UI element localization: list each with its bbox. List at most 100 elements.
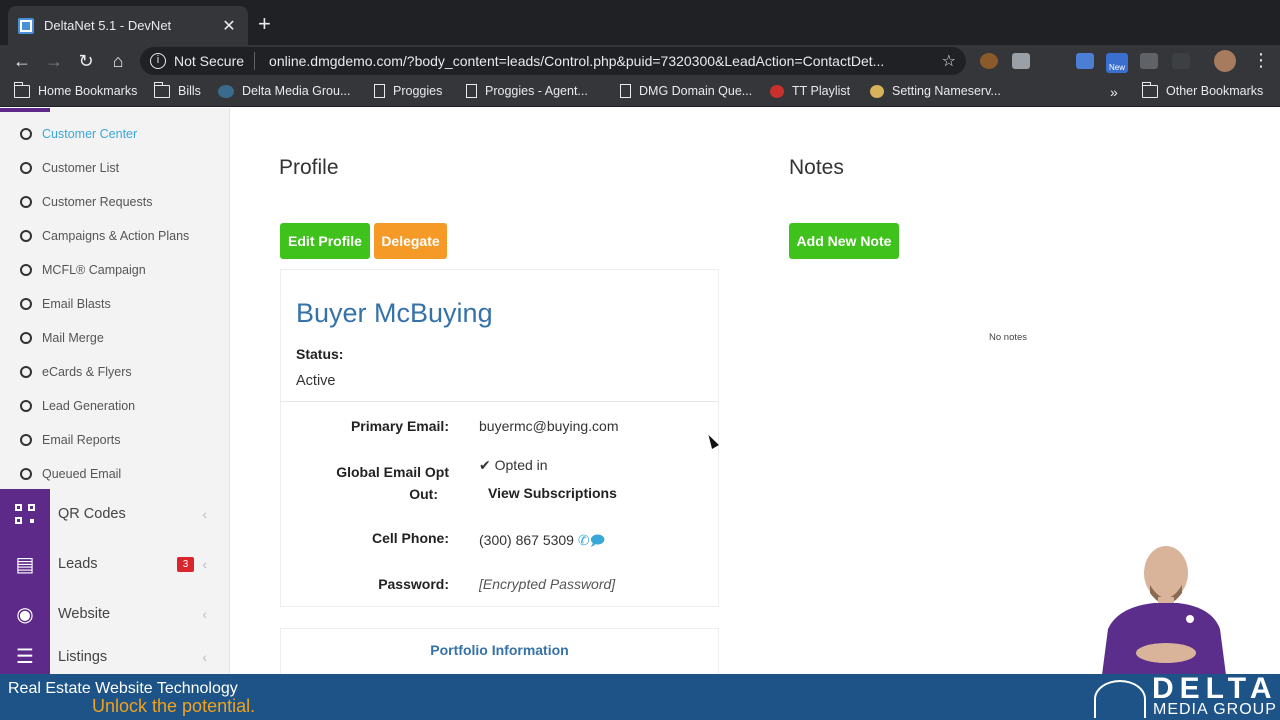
- bookmark-proggies-agent[interactable]: Proggies - Agent...: [466, 84, 588, 98]
- bookmark-label: DMG Domain Que...: [639, 84, 753, 98]
- tab-title: DeltaNet 5.1 - DevNet: [44, 18, 172, 33]
- browser-titlebar: DeltaNet 5.1 - DevNet ✕ +: [0, 0, 1280, 45]
- bookmark-other[interactable]: Other Bookmarks: [1141, 81, 1263, 98]
- extension-icon[interactable]: [1076, 53, 1094, 69]
- profile-heading: Profile: [279, 156, 339, 179]
- chevron-left-icon: ‹: [202, 556, 207, 572]
- notes-heading: Notes: [789, 156, 844, 179]
- circle-icon: [20, 434, 32, 446]
- sidebar-item-campaigns[interactable]: Campaigns & Action Plans: [0, 219, 229, 253]
- circle-icon: [20, 128, 32, 140]
- primary-email-value: buyermc@buying.com: [479, 418, 619, 434]
- sidebar-item-customer-list[interactable]: Customer List: [0, 151, 229, 185]
- forward-arrow-icon[interactable]: →: [38, 51, 70, 72]
- sidebar-item-label: Leads: [58, 556, 98, 572]
- view-subscriptions-link[interactable]: View Subscriptions: [488, 485, 617, 501]
- bookmark-dmg-domain[interactable]: DMG Domain Que...: [620, 84, 752, 98]
- circle-icon: [20, 196, 32, 208]
- bookmark-star-icon[interactable]: ☆: [942, 51, 956, 71]
- sidebar-item-label: Email Reports: [42, 433, 121, 447]
- browser-tab[interactable]: DeltaNet 5.1 - DevNet ✕: [8, 6, 248, 45]
- sidebar-item-label: Email Blasts: [42, 297, 111, 311]
- add-new-note-button[interactable]: Add New Note: [789, 223, 899, 259]
- extension-icon[interactable]: [1140, 53, 1158, 69]
- sidebar-item-mail-merge[interactable]: Mail Merge: [0, 321, 229, 355]
- delta-logo-icon: [1094, 680, 1146, 718]
- list-icon: ☰: [0, 639, 50, 674]
- circle-icon: [20, 400, 32, 412]
- banner-slogan: Unlock the potential.: [92, 696, 256, 716]
- sidebar-item-leads[interactable]: ▤ Leads 3 ‹: [0, 539, 229, 589]
- back-arrow-icon[interactable]: ←: [6, 51, 38, 72]
- address-bar[interactable]: i Not Secure online.dmgdemo.com/?body_co…: [140, 47, 966, 75]
- bookmark-setting-nameserv[interactable]: Setting Nameserv...: [870, 84, 1001, 98]
- bookmark-home[interactable]: Home Bookmarks: [13, 81, 138, 98]
- url-text[interactable]: online.dmgdemo.com/?body_content=leads/C…: [269, 53, 942, 69]
- sidebar-item-customer-center[interactable]: Customer Center: [0, 117, 229, 151]
- bookmark-label: Home Bookmarks: [38, 84, 138, 98]
- circle-icon: [20, 162, 32, 174]
- phone-call-icon[interactable]: ✆: [578, 532, 590, 548]
- bookmark-label: Bills: [178, 84, 201, 98]
- sidebar-item-label: Mail Merge: [42, 331, 104, 345]
- bookmarks-bar: Home Bookmarks Bills Delta Media Grou...…: [0, 77, 1280, 107]
- delta-logo-subtext: MEDIA GROUP: [1153, 701, 1277, 718]
- extension-icon[interactable]: [1172, 53, 1190, 69]
- chevron-left-icon: ‹: [202, 648, 207, 665]
- sidebar-item-lead-generation[interactable]: Lead Generation: [0, 389, 229, 423]
- bookmark-bills[interactable]: Bills: [153, 81, 201, 98]
- info-icon[interactable]: i: [150, 53, 166, 69]
- bookmark-proggies[interactable]: Proggies: [374, 84, 442, 98]
- new-extension-icon[interactable]: New: [1106, 53, 1128, 73]
- folder-icon: [1141, 81, 1158, 98]
- extension-icon[interactable]: [1012, 53, 1030, 69]
- chevron-left-icon: ‹: [202, 606, 207, 622]
- sidebar-item-qr-codes[interactable]: QR Codes ‹: [0, 489, 229, 539]
- omnibox-divider: [254, 52, 256, 70]
- security-indicator[interactable]: Not Secure: [174, 53, 244, 69]
- sidebar-item-label: Lead Generation: [42, 399, 136, 413]
- new-tab-button[interactable]: +: [258, 12, 271, 36]
- cell-phone-value: (300) 867 5309 ✆🗩: [479, 530, 605, 554]
- sidebar-item-email-blasts[interactable]: Email Blasts: [0, 287, 229, 321]
- bookmarks-overflow-icon[interactable]: »: [1110, 84, 1118, 100]
- circle-icon: [20, 332, 32, 344]
- sidebar-item-mcfl-campaign[interactable]: MCFL® Campaign: [0, 253, 229, 287]
- sidebar-item-label: MCFL® Campaign: [42, 263, 146, 277]
- edit-profile-button[interactable]: Edit Profile: [280, 223, 370, 259]
- sidebar-item-website[interactable]: ◉ Website ‹: [0, 589, 229, 639]
- sidebar-item-ecards-flyers[interactable]: eCards & Flyers: [0, 355, 229, 389]
- reload-icon[interactable]: ↻: [70, 51, 102, 72]
- close-tab-icon[interactable]: ✕: [220, 16, 238, 36]
- bookmark-tt-playlist[interactable]: TT Playlist: [770, 84, 850, 98]
- bookmark-label: Delta Media Grou...: [242, 84, 351, 98]
- sidebar-item-customer-requests[interactable]: Customer Requests: [0, 185, 229, 219]
- sidebar-item-label: eCards & Flyers: [42, 365, 132, 379]
- sidebar: Customer Center Customer List Customer R…: [0, 108, 230, 674]
- sidebar-accent-bar: [0, 108, 50, 112]
- sidebar-item-label: Queued Email: [42, 467, 122, 481]
- sidebar-item-label: Customer Center: [42, 127, 138, 141]
- bookmark-delta-media[interactable]: Delta Media Grou...: [218, 84, 350, 98]
- sidebar-item-email-reports[interactable]: Email Reports: [0, 423, 229, 457]
- sms-bubble-icon[interactable]: 🗩: [590, 532, 606, 548]
- folder-icon: [13, 81, 30, 98]
- circle-icon: [20, 298, 32, 310]
- browser-menu-icon[interactable]: ⋮: [1252, 50, 1270, 71]
- home-icon[interactable]: ⌂: [102, 51, 134, 72]
- bookmark-label: TT Playlist: [792, 84, 851, 98]
- opt-in-status: ✔ Opted in: [479, 457, 548, 474]
- no-notes-text: No notes: [989, 332, 1028, 343]
- sidebar-item-queued-email[interactable]: Queued Email: [0, 457, 229, 491]
- sidebar-item-label: Campaigns & Action Plans: [42, 229, 190, 243]
- circle-icon: [20, 366, 32, 378]
- delegate-button[interactable]: Delegate: [374, 223, 447, 259]
- page-icon: [620, 84, 631, 98]
- sidebar-item-label: Website: [58, 606, 111, 622]
- profile-avatar[interactable]: [1214, 50, 1236, 72]
- sidebar-item-listings[interactable]: ☰ Listings ‹: [0, 639, 229, 674]
- extension-icon[interactable]: [980, 53, 998, 69]
- page-content: Customer Center Customer List Customer R…: [0, 108, 1280, 674]
- portfolio-information-link[interactable]: Portfolio Information: [280, 642, 719, 658]
- circle-icon: [20, 264, 32, 276]
